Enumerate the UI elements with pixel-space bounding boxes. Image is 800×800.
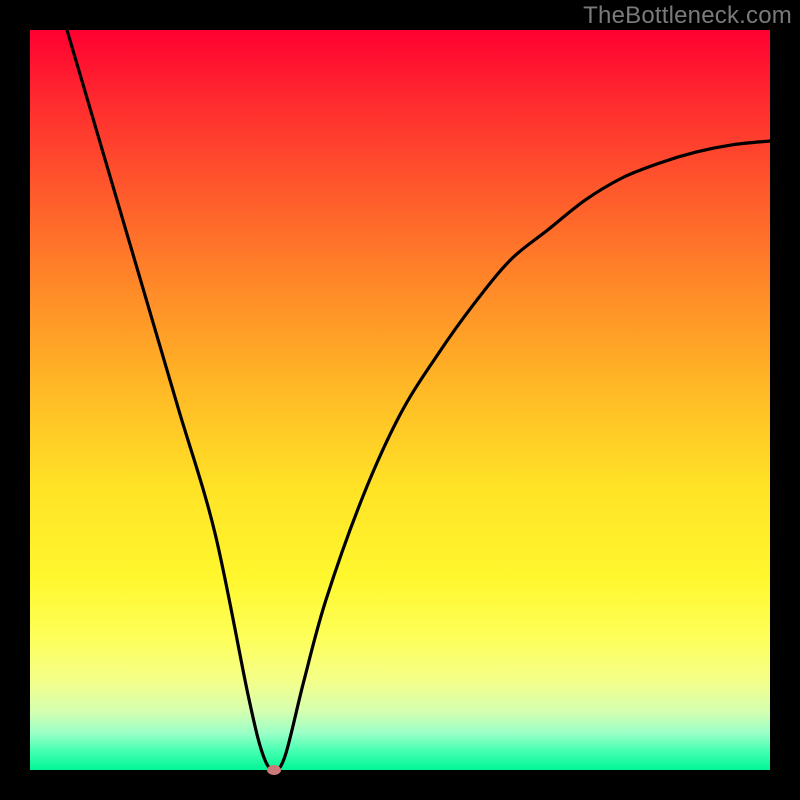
curve-svg bbox=[30, 30, 770, 770]
minimum-marker bbox=[267, 765, 281, 775]
bottleneck-curve bbox=[67, 30, 770, 770]
chart-frame: TheBottleneck.com bbox=[0, 0, 800, 800]
watermark-text: TheBottleneck.com bbox=[583, 2, 792, 30]
plot-area bbox=[30, 30, 770, 770]
